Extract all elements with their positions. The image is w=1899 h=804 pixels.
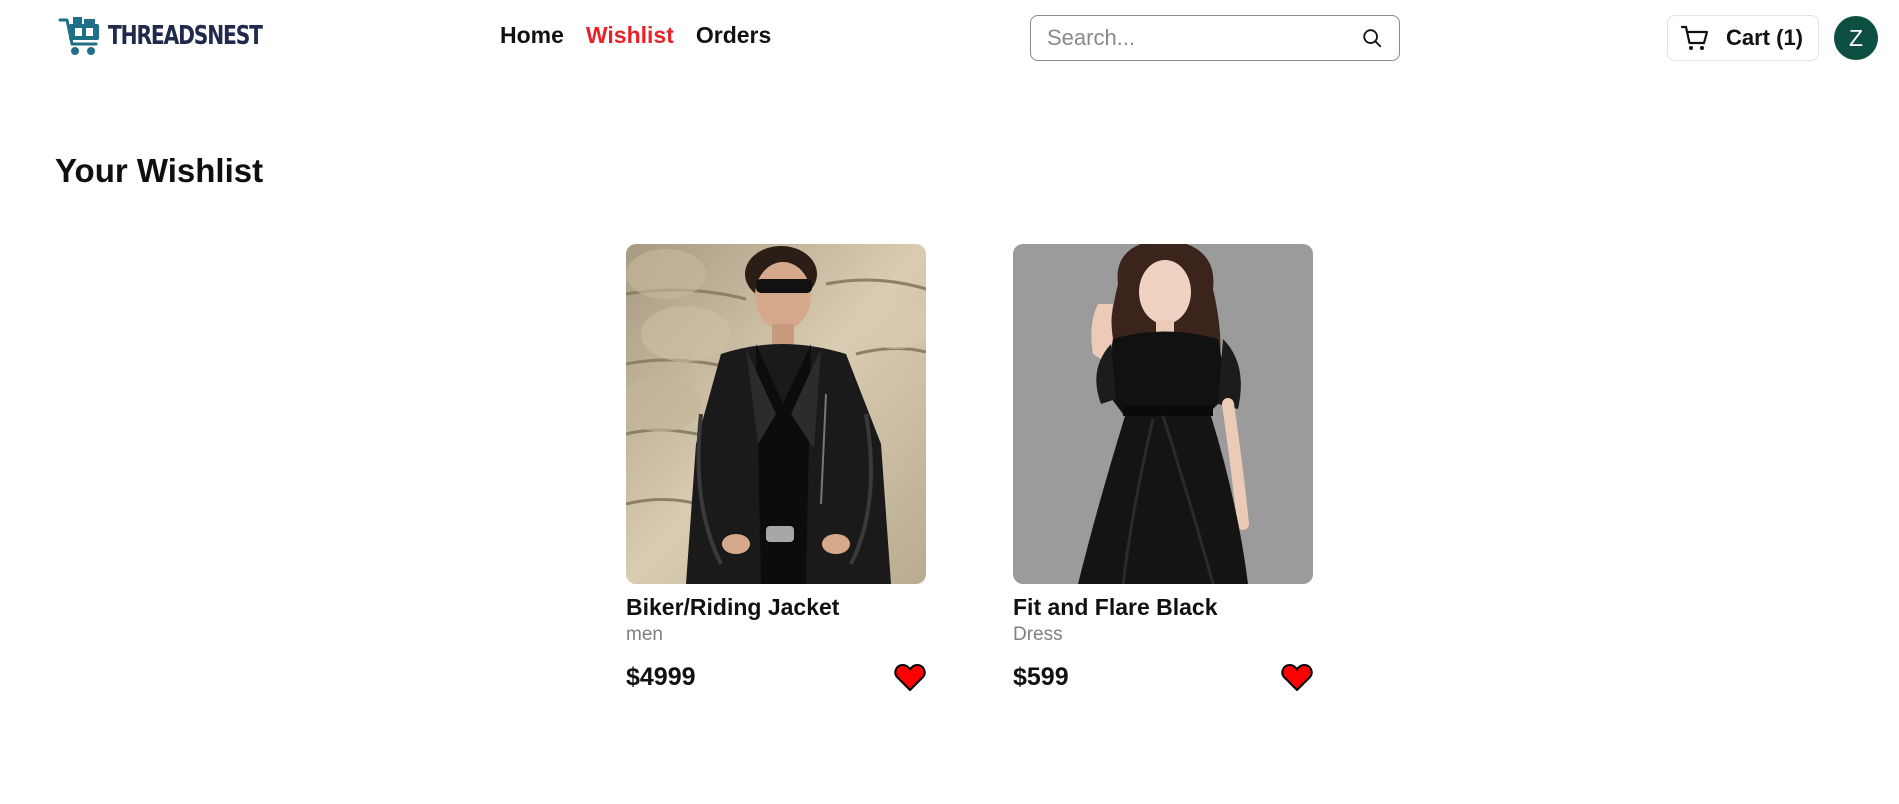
brand-logo[interactable]: THREADSNEST xyxy=(58,14,305,58)
heart-icon[interactable] xyxy=(894,662,926,692)
cart-icon xyxy=(1680,25,1709,50)
product-category: Dress xyxy=(1013,624,1063,645)
product-name[interactable]: Biker/Riding Jacket xyxy=(626,594,926,621)
nav-orders[interactable]: Orders xyxy=(696,22,771,49)
product-image[interactable] xyxy=(1013,244,1313,584)
site-header: THREADSNEST Home Wishlist Orders Cart (1… xyxy=(0,0,1899,76)
leather-jacket-photo xyxy=(626,244,926,584)
wishlist-item[interactable]: Biker/Riding Jacket men $4999 xyxy=(626,244,926,692)
wishlist-item[interactable]: Fit and Flare Black Dress $599 xyxy=(1013,244,1313,692)
nav-home[interactable]: Home xyxy=(500,22,564,49)
nav-wishlist[interactable]: Wishlist xyxy=(586,22,674,49)
product-footer: $599 xyxy=(1013,662,1313,692)
cart-label: Cart (1) xyxy=(1726,25,1804,50)
shopping-cart-logo-icon xyxy=(58,17,99,55)
product-footer: $4999 xyxy=(626,662,926,692)
product-price: $599 xyxy=(1013,662,1069,691)
product-price: $4999 xyxy=(626,662,696,691)
search-input[interactable] xyxy=(1047,25,1355,51)
black-dress-photo xyxy=(1013,244,1313,584)
page-title: Your Wishlist xyxy=(55,152,264,189)
search-bar xyxy=(1030,15,1400,61)
cart-button[interactable]: Cart (1) xyxy=(1667,15,1819,61)
main-nav: Home Wishlist Orders xyxy=(500,22,771,49)
product-name[interactable]: Fit and Flare Black xyxy=(1013,594,1313,621)
heart-icon[interactable] xyxy=(1281,662,1313,692)
product-image[interactable] xyxy=(626,244,926,584)
search-icon[interactable] xyxy=(1361,27,1383,49)
product-category: men xyxy=(626,624,663,645)
brand-name: THREADSNEST xyxy=(108,21,263,51)
user-avatar[interactable]: Z xyxy=(1834,16,1878,60)
